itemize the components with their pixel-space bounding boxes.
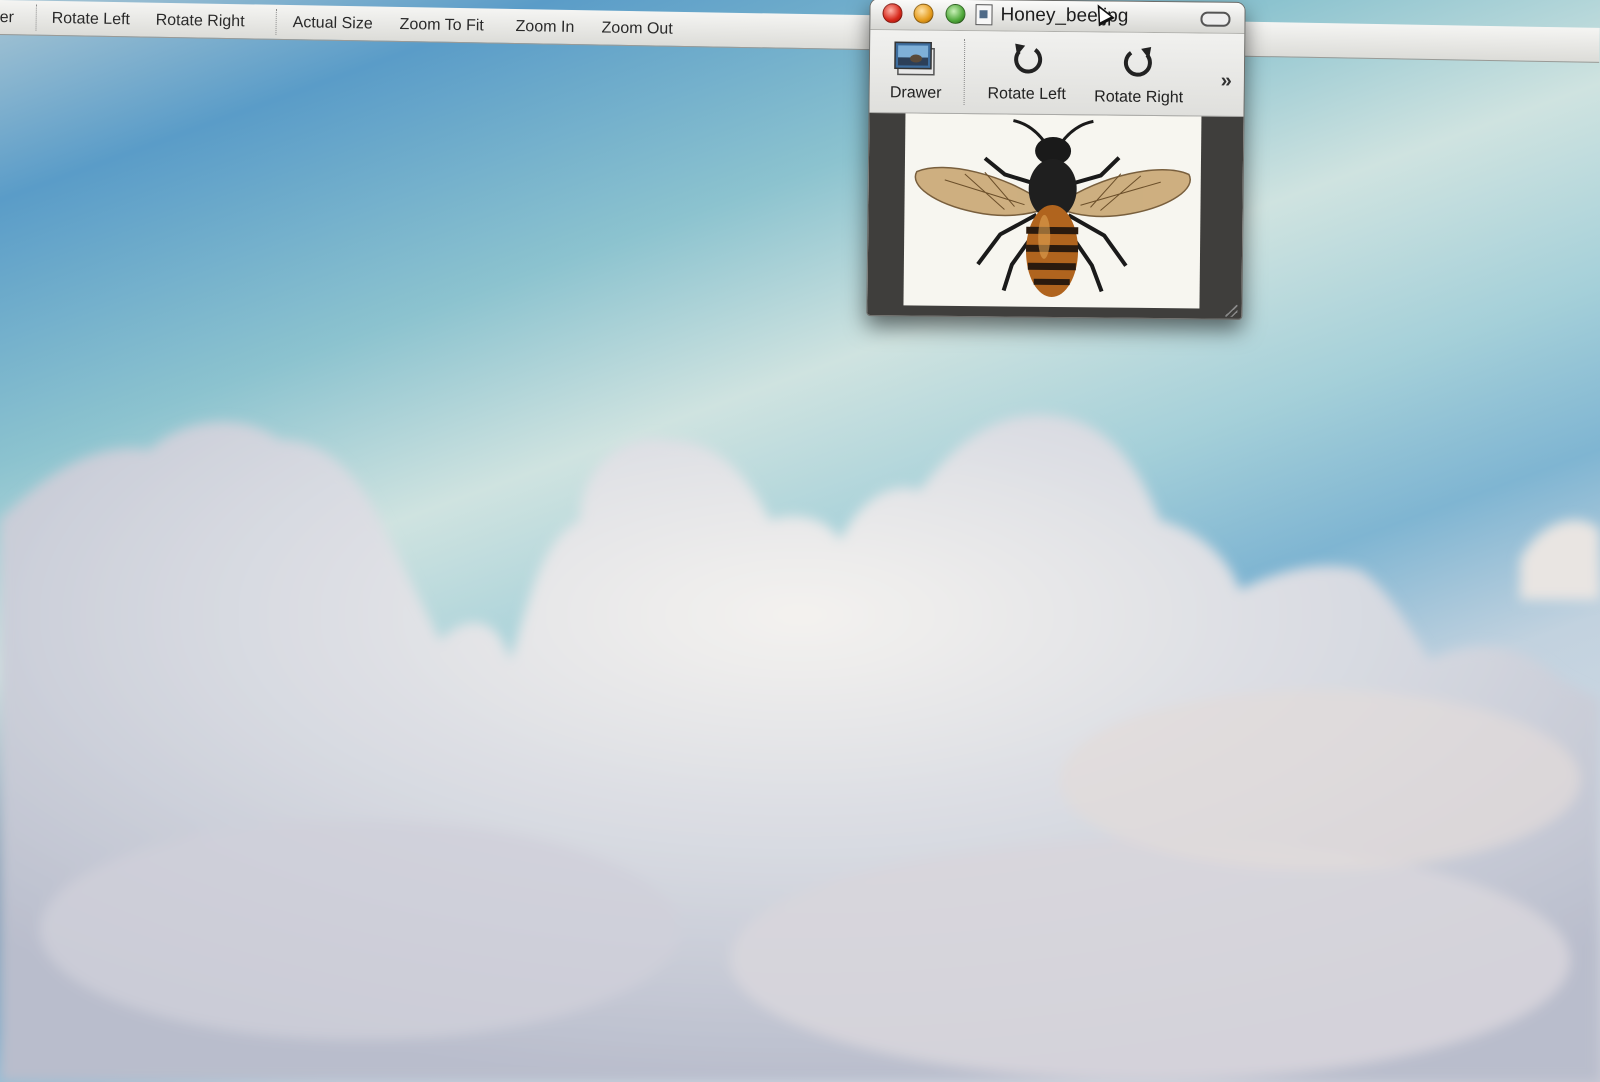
rotate-left-label: Rotate Left <box>987 85 1066 104</box>
rotate-right-button[interactable]: Rotate Right <box>1084 42 1195 107</box>
rotate-left-icon <box>1014 43 1043 74</box>
image-viewport <box>867 113 1244 320</box>
minimize-button[interactable] <box>913 3 934 24</box>
rotate-right-label: Rotate Right <box>1094 88 1184 107</box>
window-titlebar[interactable]: Honey_bee.jpg <box>870 0 1245 34</box>
rotate-left-button[interactable]: Rotate Left <box>52 10 131 29</box>
drawer-label: Drawer <box>889 84 942 102</box>
document-proxy-icon[interactable] <box>975 4 993 26</box>
preview-window: Honey_bee.jpg Drawer Rotate Left Rotate … <box>866 0 1246 320</box>
toolbar-overflow-icon[interactable]: » <box>1221 70 1232 93</box>
close-button[interactable] <box>882 3 903 24</box>
zoom-to-fit-button[interactable]: Zoom To Fit <box>399 16 483 35</box>
toolbar-separator <box>275 8 277 35</box>
toolbar-toggle-button[interactable] <box>1200 11 1231 27</box>
window-toolbar: Drawer Rotate Left Rotate Right » <box>869 30 1245 117</box>
drawer-icon <box>894 41 935 76</box>
zoom-out-button[interactable]: Zoom Out <box>601 20 672 39</box>
rotate-right-button[interactable]: Rotate Right <box>156 12 245 32</box>
toolbar-item-partial[interactable]: er <box>0 9 14 27</box>
honey-bee-image <box>914 119 1191 297</box>
toolbar-separator <box>963 39 966 106</box>
zoom-in-button[interactable]: Zoom In <box>515 18 574 37</box>
cloud-wallpaper <box>0 414 1600 1082</box>
image-canvas <box>903 113 1202 309</box>
desktop: er Rotate Left Rotate Right Actual Size … <box>0 0 1600 1082</box>
actual-size-button[interactable]: Actual Size <box>292 14 373 33</box>
rotate-right-icon <box>1123 46 1152 77</box>
drawer-button[interactable]: Drawer <box>880 38 953 103</box>
resize-grip-icon[interactable] <box>1225 304 1238 317</box>
zoom-button[interactable] <box>945 3 966 25</box>
toolbar-separator <box>35 4 37 31</box>
rotate-left-button[interactable]: Rotate Left <box>978 39 1077 104</box>
